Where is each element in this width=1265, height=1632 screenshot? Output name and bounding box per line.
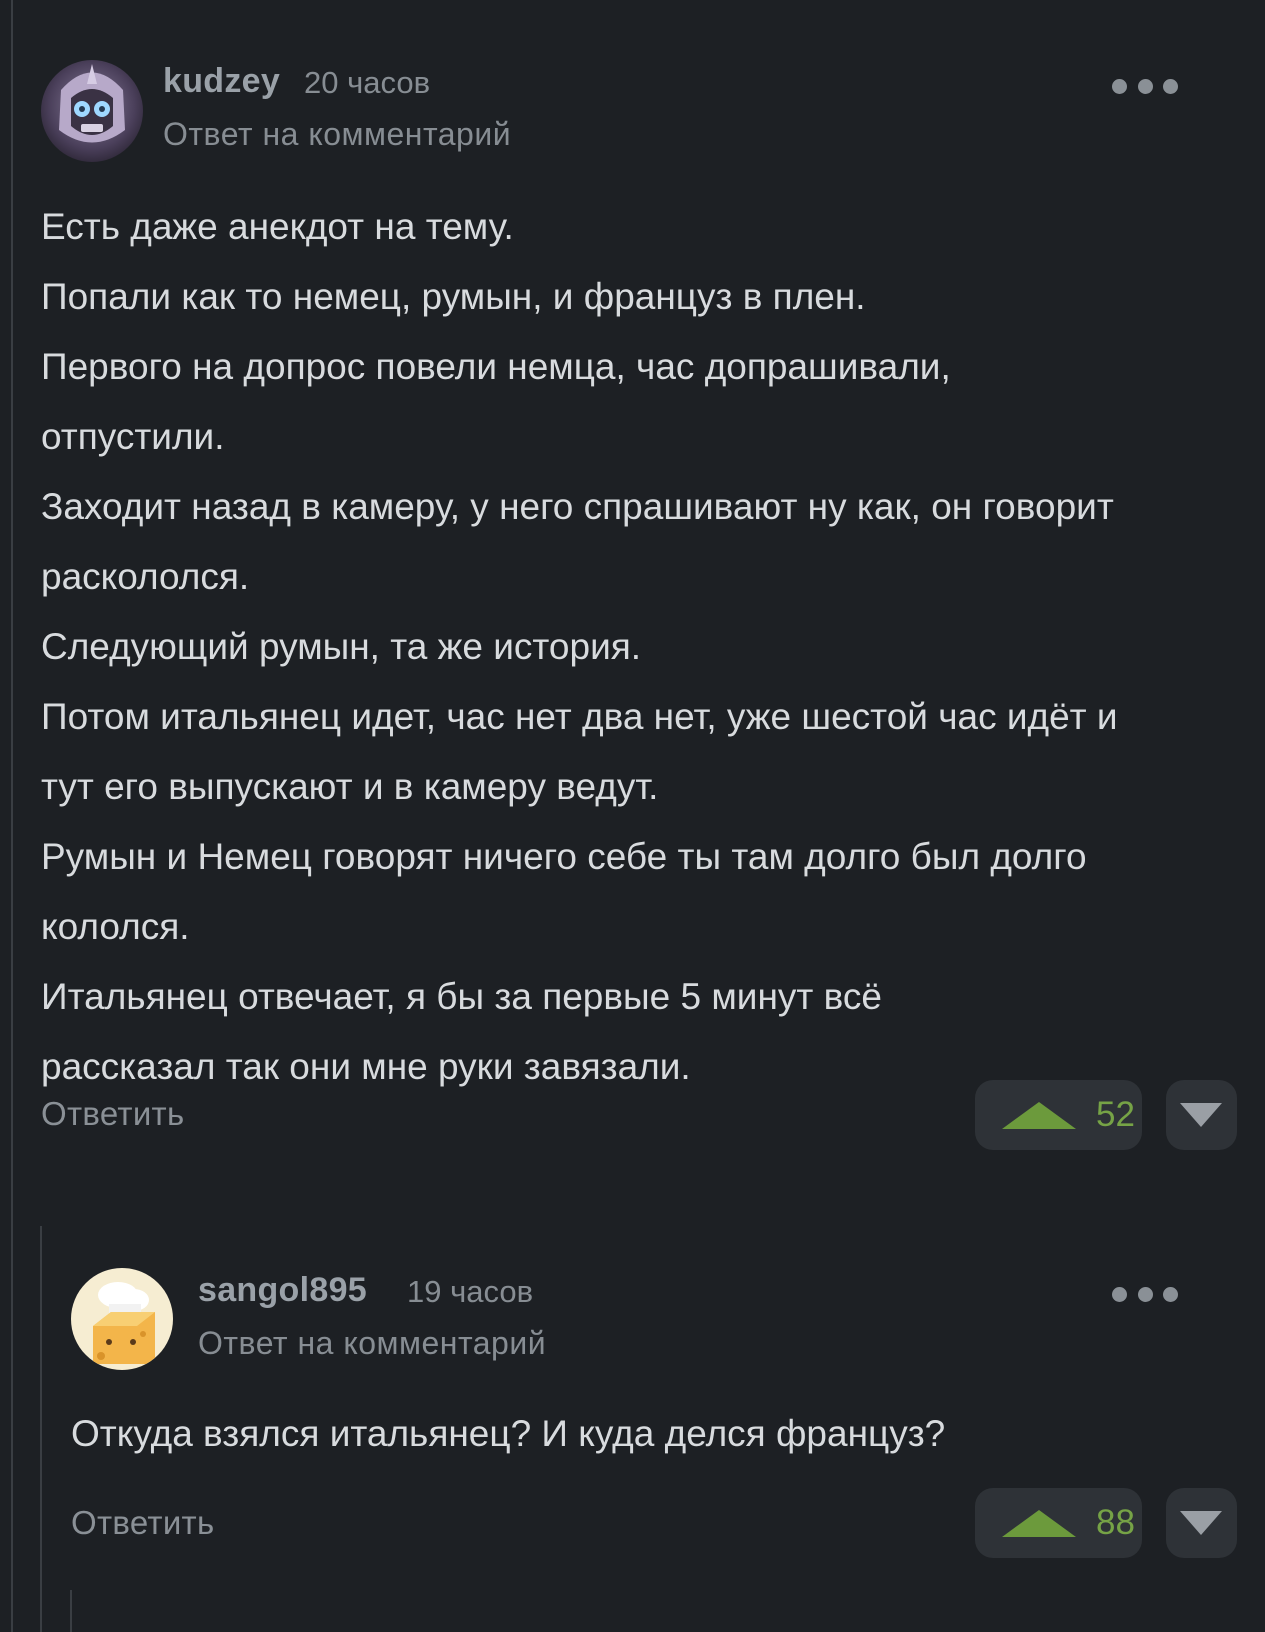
avatar[interactable]	[71, 1268, 173, 1370]
comment-time: 19 часов	[407, 1274, 534, 1309]
arrow-up-icon	[1002, 1509, 1076, 1537]
author-name[interactable]: sangol895	[198, 1271, 367, 1310]
reply-to-label[interactable]: Ответ на комментарий	[198, 1325, 546, 1362]
cheese-chef-avatar-icon	[71, 1268, 173, 1370]
comment-body: Откуда взялся итальянец? И куда делся фр…	[71, 1399, 1191, 1469]
comment-sangol895: sangol895 19 часов Ответ на комментарий …	[0, 0, 1265, 1632]
comment-paragraph: Откуда взялся итальянец? И куда делся фр…	[71, 1413, 946, 1454]
arrow-down-icon	[1180, 1511, 1222, 1535]
downvote-button[interactable]	[1166, 1488, 1237, 1558]
reply-button[interactable]: Ответить	[71, 1504, 214, 1542]
rating-count: 88	[1096, 1503, 1135, 1542]
more-options-icon[interactable]	[1112, 1284, 1178, 1304]
upvote-button[interactable]: 88	[975, 1488, 1142, 1558]
